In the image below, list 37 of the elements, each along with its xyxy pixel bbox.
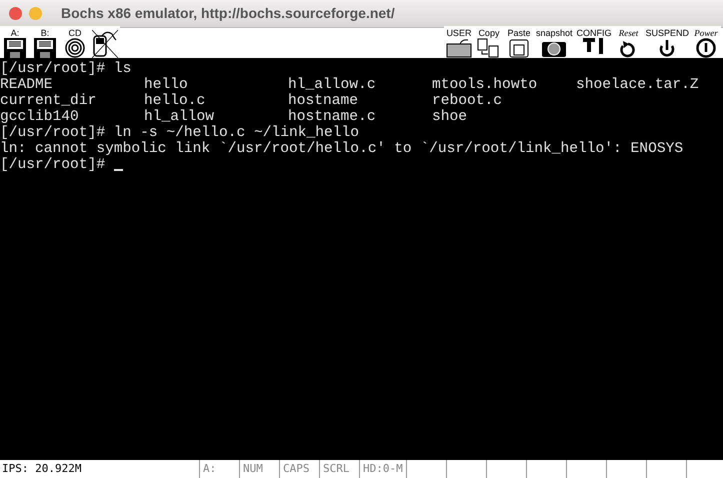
- toolbar-button[interactable]: SUSPEND: [643, 26, 691, 58]
- file-name: reboot.c: [432, 93, 504, 109]
- window-title: Bochs x86 emulator, http://bochs.sourceforge.net/: [61, 4, 395, 23]
- status-indicator: NUM: [240, 460, 280, 478]
- drive-button[interactable]: A:: [0, 26, 30, 58]
- drive-button[interactable]: [90, 26, 120, 58]
- close-button[interactable]: [9, 7, 22, 20]
- status-indicator: A:: [200, 460, 240, 478]
- file-name: hostname: [288, 93, 360, 109]
- toolbar-button[interactable]: USER: [444, 26, 474, 58]
- file-name: shoe: [432, 109, 468, 125]
- cursor: [114, 169, 123, 171]
- terminal-line: [/usr/root]# ls: [0, 61, 132, 77]
- file-name: README: [0, 77, 54, 93]
- file-name: hl_allow: [144, 109, 216, 125]
- drive-button[interactable]: B:: [30, 26, 60, 58]
- file-name: mtools.howto: [432, 77, 538, 93]
- file-name: current_dir: [0, 93, 98, 109]
- toolbar-button[interactable]: snapshot: [534, 26, 574, 58]
- terminal-line: ln: cannot symbolic link `/usr/root/hello.c' to `/usr/root/link_hello': ENOSYS: [0, 141, 684, 157]
- file-name: hostname.c: [288, 109, 377, 125]
- toolbar-button[interactable]: Power: [691, 26, 721, 58]
- toolbar-button[interactable]: Copy: [474, 26, 504, 58]
- toolbar-button[interactable]: Reset: [613, 26, 644, 58]
- file-name: hello.c: [144, 93, 206, 109]
- status-indicator: SCRL: [320, 460, 360, 478]
- file-name: hello: [144, 77, 189, 93]
- ips-reading: IPS: 20.922M: [0, 460, 200, 478]
- status-indicator: CAPS: [280, 460, 320, 478]
- file-name: hl_allow.c: [288, 77, 377, 93]
- toolbar-button[interactable]: Paste: [504, 26, 534, 58]
- drive-button[interactable]: CD: [60, 26, 90, 58]
- status-indicator: HD:0-M: [360, 460, 407, 478]
- terminal-line: [/usr/root]#: [0, 157, 106, 173]
- file-name: shoelace.tar.Z: [576, 77, 700, 93]
- terminal-line: [/usr/root]# ln -s ~/hello.c ~/link_hello: [0, 125, 360, 141]
- file-name: gcclib140: [0, 109, 80, 125]
